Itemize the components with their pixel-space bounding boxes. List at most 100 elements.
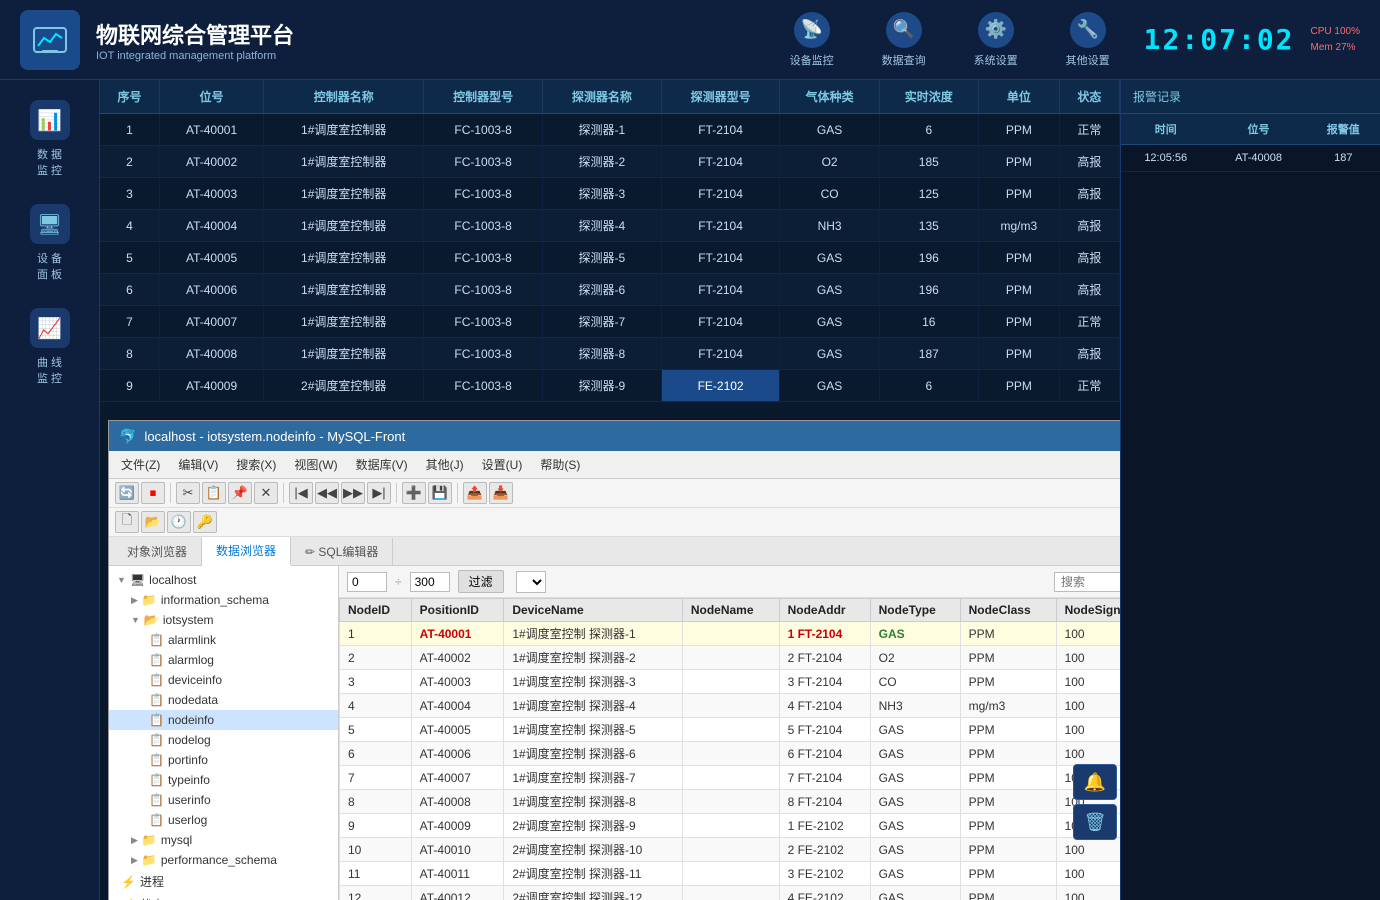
tb-export[interactable]: 📤	[463, 482, 487, 504]
tab-object-browser[interactable]: 对象浏览器	[113, 538, 202, 565]
menu-search[interactable]: 搜索(X)	[228, 453, 284, 476]
tb-save[interactable]: 💾	[428, 482, 452, 504]
iot-cell: 185	[879, 146, 978, 178]
tb-sep4	[457, 483, 458, 503]
tb-last[interactable]: ▶|	[367, 482, 391, 504]
nav-system-setting[interactable]: ⚙️ 系统设置	[960, 6, 1032, 74]
iot-table-row[interactable]: 3AT-400031#调度室控制器FC-1003-8探测器-3FT-2104CO…	[100, 178, 1120, 210]
tree-item-process[interactable]: ⚡进程	[109, 870, 338, 893]
iot-cell: PPM	[978, 242, 1059, 274]
data-table-row[interactable]: 7AT-400071#调度室控制 探测器-77 FT-2104GASPPM100…	[340, 766, 1121, 790]
iot-table-row[interactable]: 7AT-400071#调度室控制器FC-1003-8探测器-7FT-2104GA…	[100, 306, 1120, 338]
tree-item-mysql[interactable]: ▶📁mysql	[109, 830, 338, 850]
data-table-row[interactable]: 1AT-400011#调度室控制 探测器-11 FT-2104GASPPM100…	[340, 622, 1121, 646]
tb-cut[interactable]: ✂	[176, 482, 200, 504]
tree-item-portinfo[interactable]: 📋portinfo	[109, 750, 338, 770]
tab-sql-editor[interactable]: ✏ SQL编辑器	[291, 538, 393, 565]
nav-device-monitor[interactable]: 📡 设备监控	[776, 6, 848, 74]
iot-table-row[interactable]: 2AT-400021#调度室控制器FC-1003-8探测器-2FT-2104O2…	[100, 146, 1120, 178]
data-table-row[interactable]: 2AT-400021#调度室控制 探测器-22 FT-2104O2PPM1002…	[340, 646, 1121, 670]
tb-first[interactable]: |◀	[289, 482, 313, 504]
tb-key[interactable]: 🔑	[193, 511, 217, 533]
iot-table-row[interactable]: 9AT-400092#调度室控制器FC-1003-8探测器-9FE-2102GA…	[100, 370, 1120, 402]
tree-item-performance_schema[interactable]: ▶📁performance_schema	[109, 850, 338, 870]
tb-import[interactable]: 📥	[489, 482, 513, 504]
dt-cell: 1#调度室控制 探测器-3	[504, 670, 683, 694]
tb-clock[interactable]: 🕐	[167, 511, 191, 533]
tree-item-typeinfo[interactable]: 📋typeinfo	[109, 770, 338, 790]
iot-cell: 探测器-3	[542, 178, 661, 210]
tree-item-userinfo[interactable]: 📋userinfo	[109, 790, 338, 810]
tb-delete[interactable]: ✕	[254, 482, 278, 504]
extra-btn-1[interactable]: 🔔	[1073, 764, 1117, 800]
tab-data-browser[interactable]: 数据浏览器	[202, 537, 291, 566]
iot-table-row[interactable]: 6AT-400061#调度室控制器FC-1003-8探测器-6FT-2104GA…	[100, 274, 1120, 306]
iot-table-row[interactable]: 4AT-400041#调度室控制器FC-1003-8探测器-4FT-2104NH…	[100, 210, 1120, 242]
tree-item-iotsystem[interactable]: ▼📂iotsystem	[109, 610, 338, 630]
tree-label-userinfo: userinfo	[168, 793, 211, 807]
tb-open[interactable]: 📂	[141, 511, 165, 533]
tb-stop[interactable]: ⏹	[141, 482, 165, 504]
tree-item-nodelog[interactable]: 📋nodelog	[109, 730, 338, 750]
data-table-row[interactable]: 5AT-400051#调度室控制 探测器-55 FT-2104GASPPM100…	[340, 718, 1121, 742]
filter-button[interactable]: 过滤	[458, 570, 504, 593]
menu-view[interactable]: 视图(W)	[286, 453, 345, 476]
menu-database[interactable]: 数据库(V)	[348, 453, 416, 476]
filter-select[interactable]	[516, 571, 546, 593]
nav-data-query[interactable]: 🔍 数据查询	[868, 6, 940, 74]
data-table-row[interactable]: 9AT-400092#调度室控制 探测器-91 FE-2102GASPPM100…	[340, 814, 1121, 838]
dt-cell: 100	[1056, 622, 1120, 646]
tree-item-userlog[interactable]: 📋userlog	[109, 810, 338, 830]
menu-edit[interactable]: 编辑(V)	[170, 453, 226, 476]
tb-sep2	[283, 483, 284, 503]
tb-copy[interactable]: 📋	[202, 482, 226, 504]
iot-cell: 16	[879, 306, 978, 338]
dt-cell: GAS	[870, 886, 960, 900]
tree-item-deviceinfo[interactable]: 📋deviceinfo	[109, 670, 338, 690]
tree-item-alarmlink[interactable]: 📋alarmlink	[109, 630, 338, 650]
iot-table-row[interactable]: 5AT-400051#调度室控制器FC-1003-8探测器-5FT-2104GA…	[100, 242, 1120, 274]
sidebar-item-curve-monitor[interactable]: 📈 曲 线监 控	[6, 298, 94, 396]
data-table-wrap[interactable]: NodeIDPositionIDDeviceNameNodeNameNodeAd…	[339, 598, 1120, 900]
tb-add[interactable]: ➕	[402, 482, 426, 504]
iot-cell: FC-1003-8	[424, 306, 543, 338]
data-table-row[interactable]: 8AT-400081#调度室控制 探测器-88 FT-2104GASPPM100…	[340, 790, 1121, 814]
tree-icon-nodedata: 📋	[149, 693, 164, 707]
tree-item-localhost[interactable]: ▼🖥localhost	[109, 570, 338, 590]
sidebar-item-data-monitor[interactable]: 📊 数 据监 控	[6, 90, 94, 188]
search-input[interactable]	[1054, 572, 1120, 592]
extra-btn-2[interactable]: 🗑	[1073, 804, 1117, 840]
tree-item-information_schema[interactable]: ▶📁information_schema	[109, 590, 338, 610]
tree-item-nodeinfo[interactable]: 📋nodeinfo	[109, 710, 338, 730]
data-table-row[interactable]: 10AT-400102#调度室控制 探测器-102 FE-2102GASPPM1…	[340, 838, 1121, 862]
data-table-row[interactable]: 6AT-400061#调度室控制 探测器-66 FT-2104GASPPM100…	[340, 742, 1121, 766]
data-table-row[interactable]: 3AT-400031#调度室控制 探测器-33 FT-2104COPPM1002…	[340, 670, 1121, 694]
dt-cell: AT-40008	[411, 790, 504, 814]
tree-item-alarmlog[interactable]: 📋alarmlog	[109, 650, 338, 670]
tb-refresh[interactable]: 🔄	[115, 482, 139, 504]
menu-other[interactable]: 其他(J)	[418, 453, 472, 476]
tb-new[interactable]: 🗋	[115, 511, 139, 533]
dt-cell: AT-40012	[411, 886, 504, 900]
tree-item-status[interactable]: ⚡状态	[109, 893, 338, 900]
data-table-row[interactable]: 12AT-400122#调度室控制 探测器-124 FE-2102GASPPM1…	[340, 886, 1121, 900]
data-table-row[interactable]: 11AT-400112#调度室控制 探测器-113 FE-2102GASPPM1…	[340, 862, 1121, 886]
app-clock: 12:07:02	[1144, 23, 1295, 56]
limit-input[interactable]	[410, 572, 450, 592]
menu-help[interactable]: 帮助(S)	[532, 453, 588, 476]
tb-paste[interactable]: 📌	[228, 482, 252, 504]
nav-other-setting[interactable]: 🔧 其他设置	[1052, 6, 1124, 74]
tree-item-nodedata[interactable]: 📋nodedata	[109, 690, 338, 710]
dt-cell: 11	[340, 862, 412, 886]
menu-settings[interactable]: 设置(U)	[474, 453, 531, 476]
iot-table-row[interactable]: 1AT-400011#调度室控制器FC-1003-8探测器-1FT-2104GA…	[100, 114, 1120, 146]
sidebar-item-device-panel[interactable]: 🖥 设 备面 板	[6, 194, 94, 292]
iot-table-row[interactable]: 8AT-400081#调度室控制器FC-1003-8探测器-8FT-2104GA…	[100, 338, 1120, 370]
data-table-row[interactable]: 4AT-400041#调度室控制 探测器-44 FT-2104NH3mg/m31…	[340, 694, 1121, 718]
tb-prev-page[interactable]: ◀◀	[315, 482, 339, 504]
dt-cell: GAS	[870, 790, 960, 814]
tb-next-page[interactable]: ▶▶	[341, 482, 365, 504]
dt-cell: 100	[1056, 838, 1120, 862]
offset-input[interactable]	[347, 572, 387, 592]
menu-file[interactable]: 文件(Z)	[113, 453, 168, 476]
